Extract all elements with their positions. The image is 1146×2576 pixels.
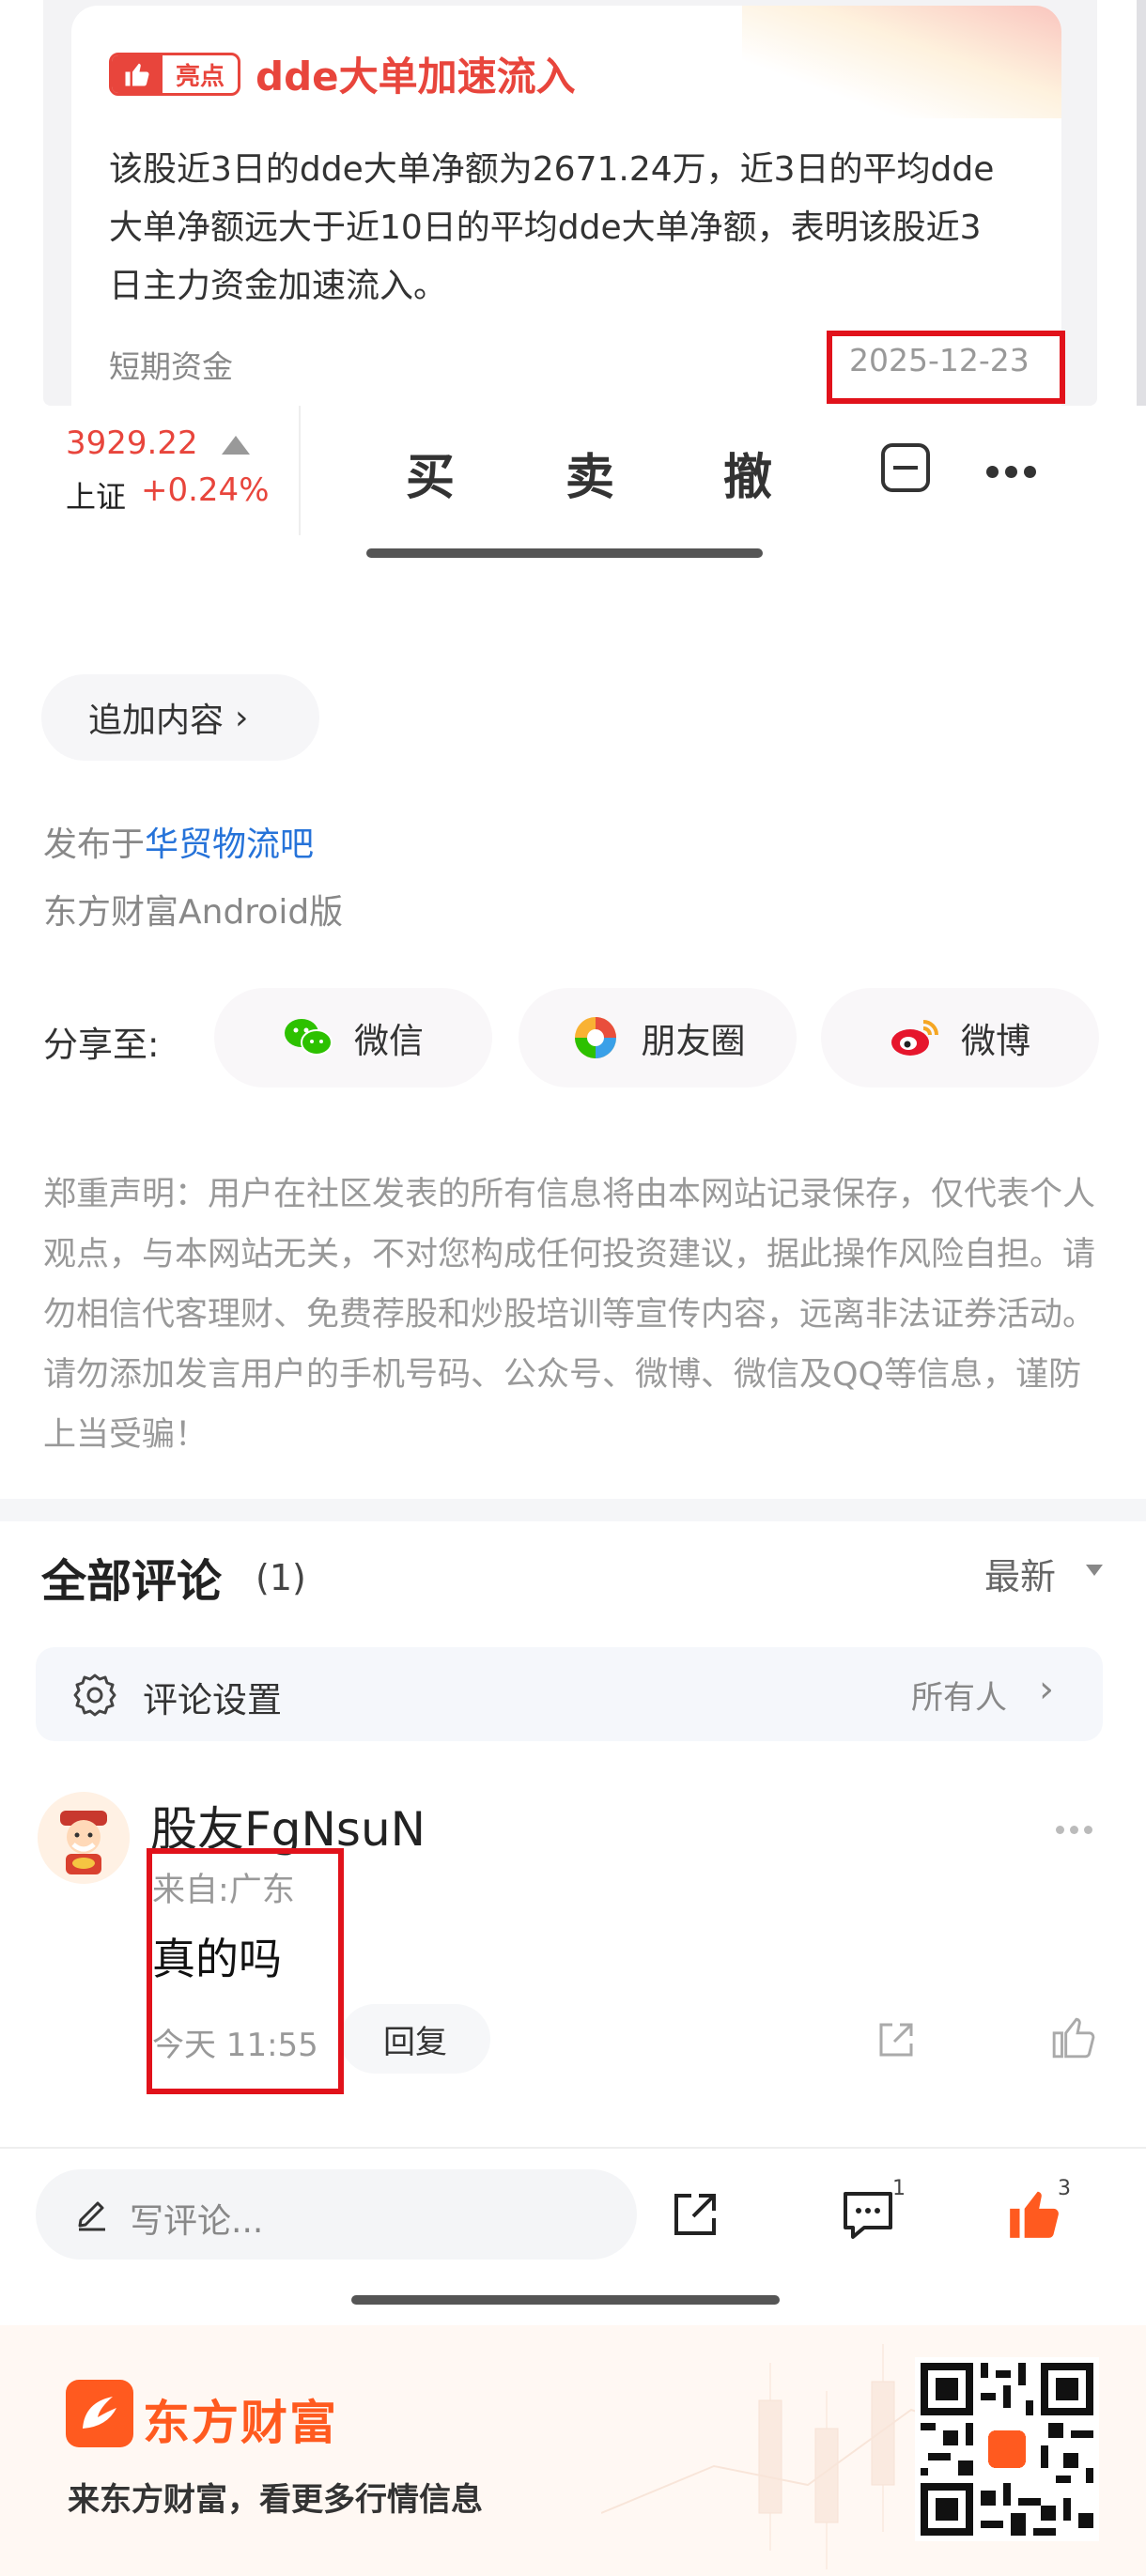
- highlight-badge: 亮点: [109, 53, 240, 96]
- avatar[interactable]: [38, 1792, 130, 1884]
- append-content-button[interactable]: 追加内容 ›: [41, 674, 319, 761]
- wechat-icon: [283, 1012, 333, 1063]
- moments-icon: [570, 1012, 621, 1063]
- like-icon[interactable]: [1050, 2013, 1097, 2060]
- buy-button[interactable]: 买: [406, 438, 455, 508]
- append-content-label: 追加内容: [88, 702, 225, 740]
- sort-dropdown[interactable]: 最新: [984, 1548, 1056, 1599]
- share-wechat-label: 微信: [354, 1021, 424, 1061]
- client-info: 东方财富Android版: [43, 893, 344, 932]
- eastmoney-logo-icon: [66, 2380, 133, 2447]
- divider: [0, 2147, 1146, 2149]
- share-moments-button[interactable]: 朋友圈: [519, 988, 797, 1087]
- home-indicator: [351, 2295, 780, 2305]
- disclaimer-text: 郑重声明：用户在社区发表的所有信息将由本网站记录保存，仅代表个人观点，与本网站无…: [43, 1176, 1096, 1454]
- index-trend-icon: [222, 436, 250, 455]
- drag-handle[interactable]: [366, 548, 763, 558]
- share-weibo-button[interactable]: 微博: [821, 988, 1099, 1087]
- weibo-icon: [890, 1012, 940, 1063]
- share-wechat-button[interactable]: 微信: [214, 988, 492, 1087]
- highlight-tag: 短期资金: [109, 348, 233, 385]
- share-weibo-label: 微博: [961, 1021, 1030, 1061]
- like-icon[interactable]: [1005, 2184, 1063, 2243]
- divider: [299, 406, 301, 535]
- share-label: 分享至:: [43, 1025, 160, 1065]
- annotation-box-comment-meta: [147, 1848, 344, 2094]
- badge-label: 亮点: [175, 62, 225, 91]
- brand-name: 东方财富: [143, 2396, 338, 2450]
- pencil-icon: [78, 2201, 105, 2231]
- comment-settings-label: 评论设置: [143, 1680, 282, 1720]
- reply-button[interactable]: 回复: [340, 2004, 490, 2074]
- scroll-edge: [1137, 0, 1146, 406]
- thumb-up-icon: [112, 55, 163, 93]
- published-in: 发布于华贸物流吧: [43, 817, 314, 866]
- like-count: 3: [1058, 2177, 1071, 2200]
- footer-slogan: 来东方财富，看更多行情信息: [68, 2481, 483, 2519]
- comment-input[interactable]: [36, 2169, 637, 2260]
- share-icon[interactable]: [874, 2017, 919, 2062]
- caret-down-icon[interactable]: [1086, 1565, 1103, 1576]
- comment-count: 1: [892, 2177, 906, 2200]
- comment-more-icon[interactable]: [1056, 1820, 1098, 1838]
- chevron-right-icon: ›: [235, 698, 249, 737]
- index-name[interactable]: 上证: [66, 473, 126, 517]
- comments-count: (1): [256, 1557, 306, 1598]
- cancel-order-button[interactable]: 撤: [723, 438, 772, 508]
- highlight-title: dde大单加速流入: [256, 54, 576, 100]
- sell-button[interactable]: 卖: [565, 438, 614, 508]
- section-separator: [0, 1499, 1146, 1521]
- highlight-date: 2025-12-23: [849, 342, 1030, 378]
- flag-decoration: [742, 6, 1061, 118]
- comment-input-placeholder[interactable]: 写评论...: [130, 2194, 263, 2243]
- minimize-icon[interactable]: [881, 443, 930, 492]
- forum-link[interactable]: 华贸物流吧: [145, 825, 314, 864]
- qr-code: [915, 2357, 1099, 2541]
- published-prefix: 发布于: [43, 825, 146, 864]
- index-value[interactable]: 3929.22: [66, 424, 198, 462]
- index-change[interactable]: +0.24%: [141, 471, 270, 509]
- comments-title: 全部评论: [41, 1555, 223, 1608]
- more-icon[interactable]: [986, 464, 1043, 482]
- comment-settings-value: 所有人: [911, 1679, 1007, 1717]
- share-moments-label: 朋友圈: [641, 1021, 746, 1061]
- highlight-body: 该股近3日的dde大单净额为2671.24万，近3日的平均dde大单净额远大于近…: [109, 150, 995, 305]
- share-icon[interactable]: [669, 2188, 721, 2241]
- comment-icon[interactable]: [840, 2188, 896, 2243]
- chevron-right-icon: ›: [1039, 1668, 1054, 1711]
- gear-icon: [73, 1674, 116, 1717]
